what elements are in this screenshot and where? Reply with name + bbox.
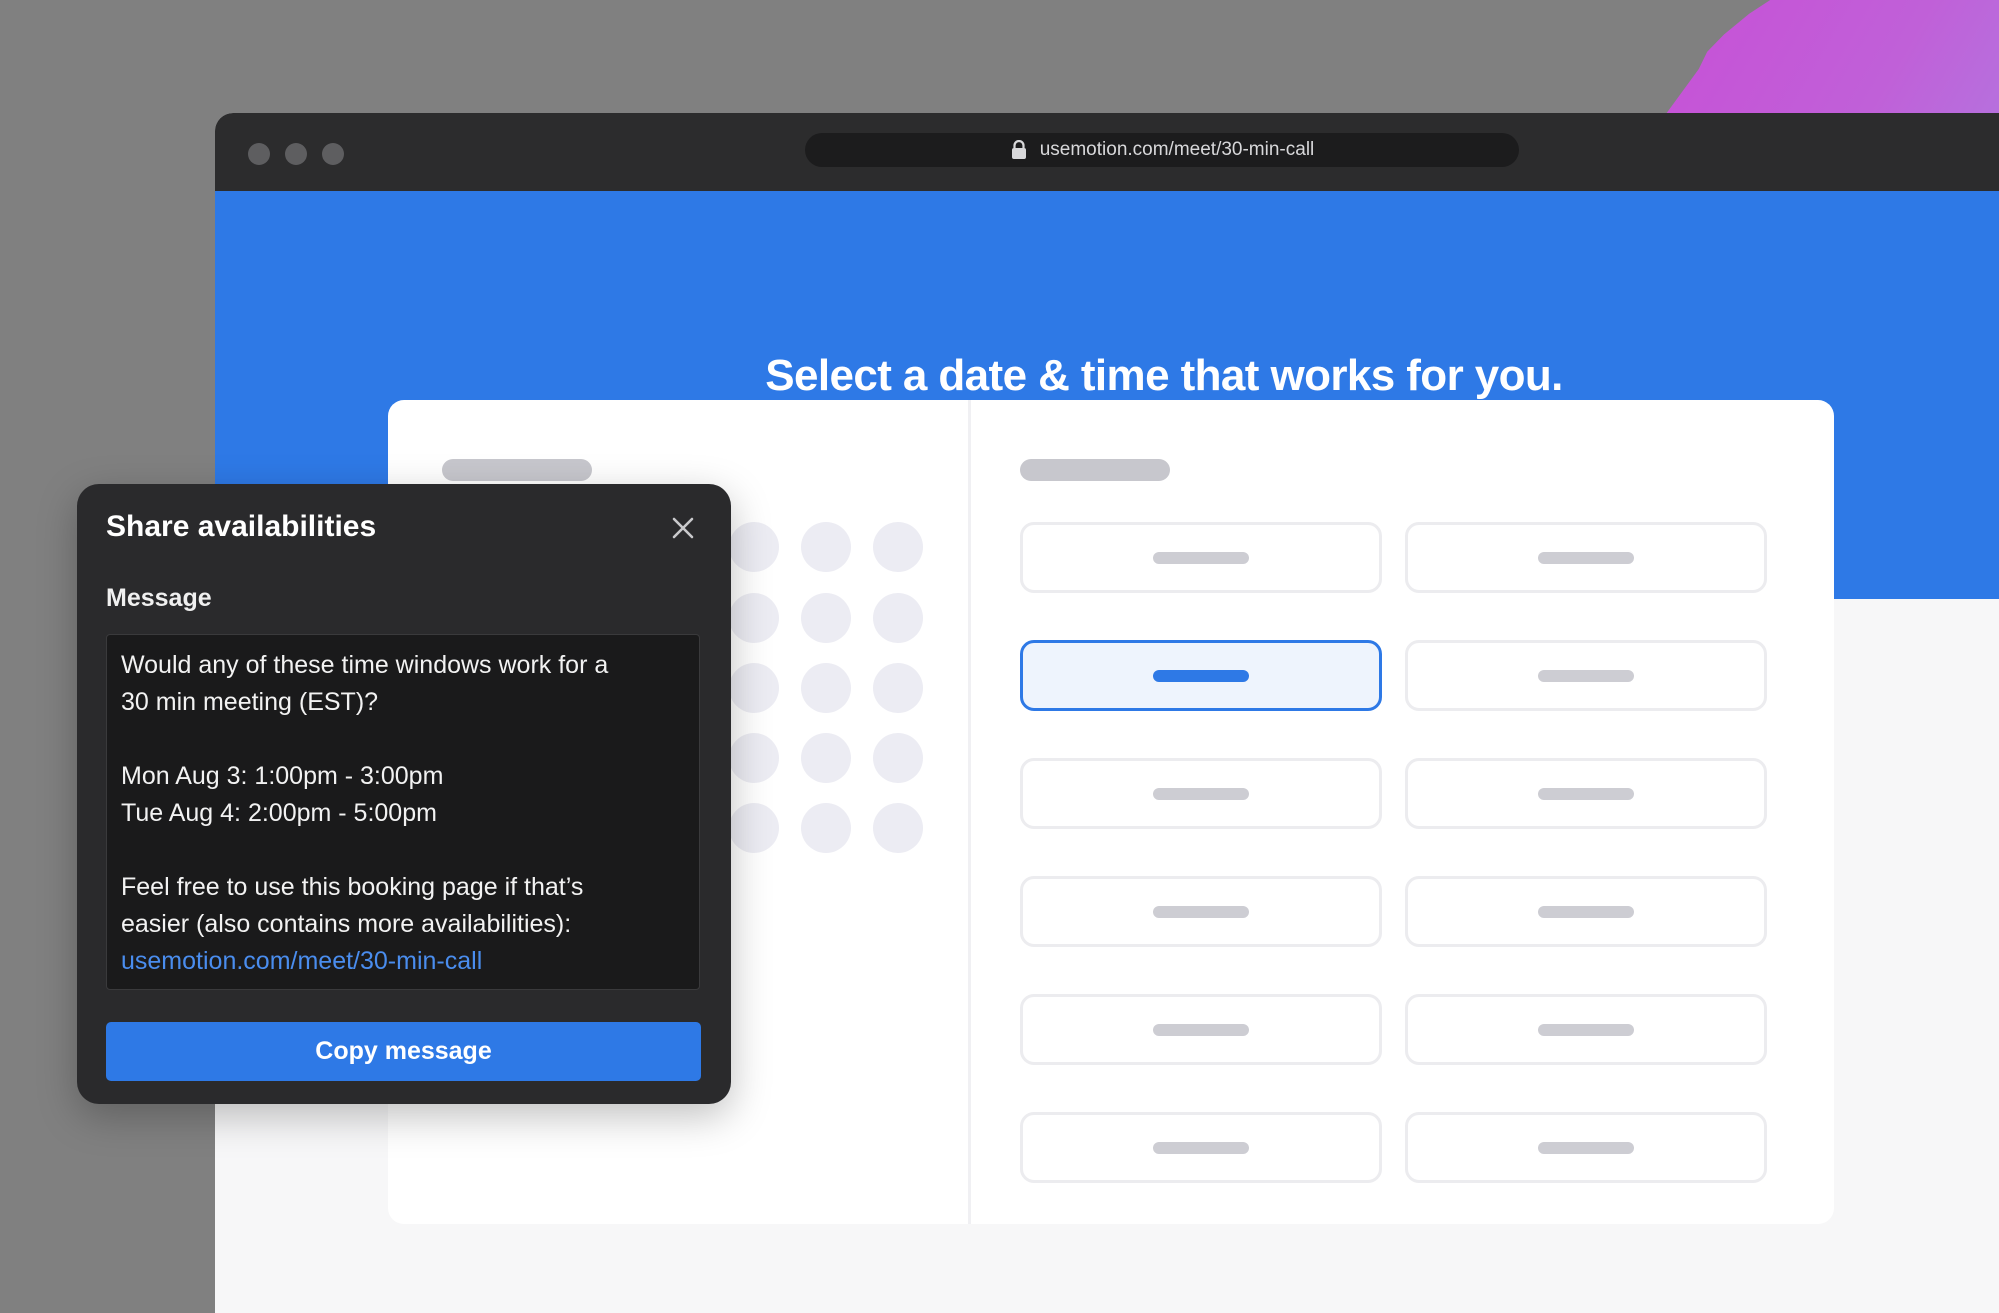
calendar-day-placeholder[interactable] — [801, 522, 851, 572]
message-line: Tue Aug 4: 2:00pm - 5:00pm — [121, 799, 437, 827]
time-slot-placeholder — [1538, 551, 1634, 564]
time-slot-button[interactable] — [1020, 758, 1382, 829]
close-icon[interactable] — [670, 515, 696, 541]
time-slot-button[interactable] — [1020, 876, 1382, 947]
message-textarea[interactable]: Would any of these time windows work for… — [106, 634, 700, 990]
time-slot-button[interactable] — [1405, 522, 1767, 593]
calendar-day-placeholder[interactable] — [873, 803, 923, 853]
dialog-title: Share availabilities — [106, 510, 377, 543]
time-slot-button[interactable] — [1020, 522, 1382, 593]
time-slot-button[interactable] — [1405, 758, 1767, 829]
address-bar[interactable]: usemotion.com/meet/30-min-call — [805, 133, 1519, 167]
calendar-day-placeholder[interactable] — [873, 663, 923, 713]
message-label: Message — [106, 584, 212, 612]
calendar-day-placeholder[interactable] — [873, 522, 923, 572]
message-line: Mon Aug 3: 1:00pm - 3:00pm — [121, 762, 444, 790]
calendar-day-placeholder[interactable] — [801, 663, 851, 713]
browser-titlebar: usemotion.com/meet/30-min-call — [215, 113, 1999, 191]
message-line: 30 min meeting (EST)? — [121, 688, 379, 716]
time-slot-placeholder — [1538, 669, 1634, 682]
time-slot-placeholder — [1538, 1141, 1634, 1154]
time-slot-placeholder — [1153, 787, 1249, 800]
calendar-day-placeholder[interactable] — [801, 593, 851, 643]
time-slot-placeholder — [1538, 787, 1634, 800]
calendar-day-placeholder[interactable] — [801, 803, 851, 853]
time-slot-placeholder — [1153, 669, 1249, 682]
time-slot-button[interactable] — [1020, 640, 1382, 711]
time-slots-heading-placeholder — [1020, 459, 1170, 481]
time-slot-button[interactable] — [1405, 1112, 1767, 1183]
time-slot-button[interactable] — [1405, 994, 1767, 1065]
url-text: usemotion.com/meet/30-min-call — [1039, 139, 1315, 160]
calendar-day-placeholder[interactable] — [873, 593, 923, 643]
calendar-day-placeholder[interactable] — [729, 733, 779, 783]
card-divider — [968, 400, 971, 1224]
time-slot-placeholder — [1153, 1141, 1249, 1154]
maximize-window-dot[interactable] — [322, 143, 344, 165]
time-slot-placeholder — [1153, 1023, 1249, 1036]
close-window-dot[interactable] — [248, 143, 270, 165]
time-slot-button[interactable] — [1405, 876, 1767, 947]
calendar-day-placeholder[interactable] — [873, 733, 923, 783]
calendar-day-placeholder[interactable] — [729, 663, 779, 713]
time-slot-button[interactable] — [1020, 1112, 1382, 1183]
time-slot-placeholder — [1538, 1023, 1634, 1036]
background-decoration — [1665, 0, 1999, 115]
calendar-month-placeholder — [442, 459, 592, 481]
message-line: Feel free to use this booking page if th… — [121, 873, 584, 901]
time-slot-placeholder — [1538, 905, 1634, 918]
time-slot-button[interactable] — [1020, 994, 1382, 1065]
time-slot-button[interactable] — [1405, 640, 1767, 711]
calendar-day-placeholder[interactable] — [729, 522, 779, 572]
copy-message-button[interactable]: Copy message — [106, 1022, 701, 1081]
minimize-window-dot[interactable] — [285, 143, 307, 165]
page-title: Select a date & time that works for you. — [765, 351, 1563, 400]
message-line: Would any of these time windows work for… — [121, 651, 609, 679]
time-slot-placeholder — [1153, 905, 1249, 918]
share-availabilities-dialog: Share availabilities Message Would any o… — [77, 484, 731, 1104]
booking-page-link[interactable]: usemotion.com/meet/30-min-call — [121, 947, 482, 975]
calendar-day-placeholder[interactable] — [729, 593, 779, 643]
message-line: easier (also contains more availabilitie… — [121, 910, 572, 938]
lock-icon — [1011, 140, 1026, 159]
time-slot-placeholder — [1153, 551, 1249, 564]
calendar-day-placeholder[interactable] — [801, 733, 851, 783]
calendar-day-placeholder[interactable] — [729, 803, 779, 853]
